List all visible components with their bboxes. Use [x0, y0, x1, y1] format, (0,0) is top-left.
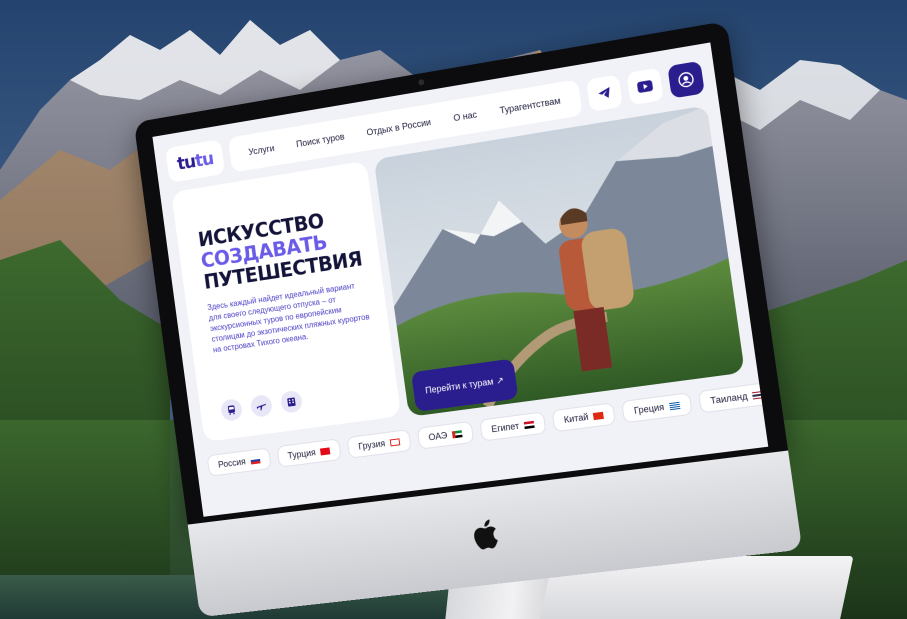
- hotel-button[interactable]: [279, 389, 304, 414]
- chip-label: Таиланд: [709, 390, 749, 406]
- chip-turkey[interactable]: Турция: [275, 438, 342, 468]
- chip-label: Китай: [563, 411, 590, 425]
- hotel-icon: [287, 397, 296, 407]
- uae-flag-icon: [451, 429, 463, 438]
- hero-text-card: ИСКУССТВО СОЗДАВАТЬ ПУТЕШЕСТВИЯ Здесь ка…: [171, 160, 402, 443]
- chip-label: Египет: [490, 420, 520, 435]
- telegram-icon: [597, 86, 612, 100]
- georgia-flag-icon: [389, 437, 401, 446]
- thailand-flag-icon: [752, 390, 764, 399]
- chip-russia[interactable]: Россия: [206, 447, 272, 477]
- plane-icon: [256, 403, 267, 411]
- hero-description: Здесь каждый найдет идеальный вариант дл…: [206, 281, 371, 355]
- youtube-button[interactable]: [626, 67, 664, 106]
- chip-label: Турция: [287, 447, 317, 461]
- chip-georgia[interactable]: Грузия: [346, 429, 412, 459]
- user-icon: [677, 70, 696, 89]
- menu-item-about[interactable]: О нас: [453, 109, 478, 123]
- menu-item-tour-search[interactable]: Поиск туров: [296, 131, 346, 149]
- menu-item-services[interactable]: Услуги: [248, 143, 275, 157]
- russia-flag-icon: [249, 456, 261, 465]
- chip-thailand[interactable]: Таиланд: [697, 381, 769, 414]
- camera-icon: [417, 78, 425, 86]
- imac-display: tu tu Услуги Поиск туров Отдых в России О…: [133, 20, 803, 618]
- tutu-logo[interactable]: tu tu: [165, 139, 226, 183]
- greece-flag-icon: [668, 401, 680, 410]
- egypt-flag-icon: [523, 420, 535, 429]
- chip-greece[interactable]: Греция: [621, 392, 693, 424]
- bus-icon: [227, 405, 236, 415]
- apple-icon: [472, 518, 499, 551]
- chip-egypt[interactable]: Египет: [479, 411, 547, 442]
- chip-label: Грузия: [357, 438, 386, 452]
- menu-item-agencies[interactable]: Турагентствам: [499, 96, 561, 116]
- cta-label: Перейти к турам: [424, 376, 494, 396]
- profile-button[interactable]: [667, 60, 705, 99]
- youtube-icon: [636, 79, 654, 94]
- chip-label: Греция: [633, 401, 665, 416]
- menu-item-russia[interactable]: Отдых в России: [366, 117, 432, 137]
- chip-label: ОАЭ: [427, 430, 448, 443]
- arrow-up-right-icon: ↗: [495, 374, 505, 386]
- turkey-flag-icon: [319, 446, 331, 455]
- china-flag-icon: [592, 411, 605, 420]
- plane-button[interactable]: [249, 393, 274, 418]
- chip-china[interactable]: Китай: [551, 402, 617, 433]
- logo-part2: tu: [193, 148, 215, 172]
- chip-label: Россия: [217, 456, 247, 470]
- website-screen: tu tu Услуги Поиск туров Отдых в России О…: [152, 42, 769, 517]
- bus-button[interactable]: [219, 397, 244, 422]
- hero-title: ИСКУССТВО СОЗДАВАТЬ ПУТЕШЕСТВИЯ: [197, 205, 364, 294]
- transport-icons: [219, 389, 304, 422]
- chip-uae[interactable]: ОАЭ: [416, 420, 475, 450]
- telegram-button[interactable]: [585, 74, 623, 112]
